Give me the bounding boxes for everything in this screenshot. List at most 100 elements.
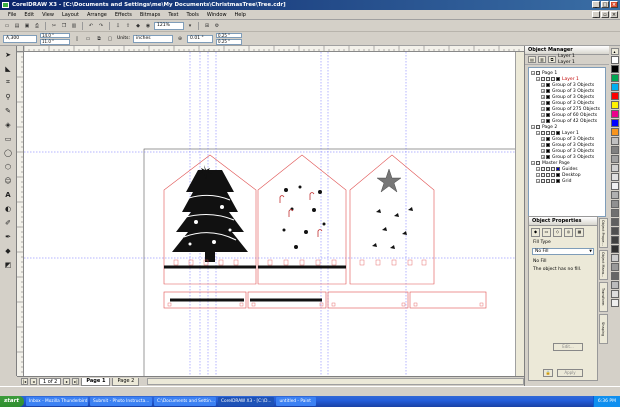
layer-visibility-icons[interactable] — [541, 131, 560, 135]
color-swatch[interactable] — [610, 74, 619, 82]
menu-window[interactable]: Window — [203, 10, 231, 20]
color-swatch[interactable] — [610, 272, 619, 280]
all-pages-icon[interactable]: ⧉ — [95, 35, 103, 43]
zoom-level-field[interactable]: 121% — [154, 22, 184, 30]
side-tab-shaping[interactable]: Shaping — [599, 314, 608, 344]
export-icon[interactable]: ⇧ — [124, 22, 132, 30]
color-swatch[interactable] — [610, 209, 619, 217]
expand-toggle-icon[interactable]: − — [531, 161, 535, 165]
current-page-icon[interactable]: ▢ — [106, 35, 114, 43]
layer-visibility-icons[interactable] — [546, 107, 550, 111]
expand-toggle-icon[interactable]: − — [531, 125, 535, 129]
edit-across-layers-icon[interactable]: ⧉ — [548, 56, 556, 63]
outline-tool-icon[interactable]: ✒ — [3, 231, 14, 242]
open-icon[interactable]: ▤ — [13, 22, 21, 30]
interactive-blend-icon[interactable]: ◐ — [3, 203, 14, 214]
eye-icon[interactable] — [541, 179, 545, 183]
eye-icon[interactable] — [541, 77, 545, 81]
expand-toggle-icon[interactable]: − — [531, 71, 535, 75]
menu-text[interactable]: Text — [164, 10, 182, 20]
eye-icon[interactable] — [546, 143, 550, 147]
menu-bitmaps[interactable]: Bitmaps — [136, 10, 165, 20]
menu-layout[interactable]: Layout — [58, 10, 83, 20]
color-swatch[interactable] — [610, 299, 619, 307]
side-tab-transform[interactable]: Transform — [599, 282, 608, 312]
doc-minimize-button[interactable]: _ — [592, 11, 600, 18]
expand-toggle-icon[interactable]: − — [536, 173, 540, 177]
menu-file[interactable]: File — [4, 10, 20, 20]
task-coreldraw[interactable]: CorelDRAW X3 - [C:\D... — [217, 397, 275, 406]
color-swatch[interactable] — [610, 281, 619, 289]
show-properties-icon[interactable]: ▤ — [528, 56, 536, 63]
color-swatch[interactable] — [610, 218, 619, 226]
expand-toggle-icon[interactable]: + — [541, 149, 545, 153]
color-swatch[interactable] — [610, 191, 619, 199]
expand-toggle-icon[interactable]: + — [541, 113, 545, 117]
apply-button[interactable]: Apply — [557, 369, 583, 377]
color-swatch[interactable] — [610, 200, 619, 208]
page-width-field[interactable]: 14.0 " — [40, 32, 70, 38]
pick-tool-icon[interactable]: ➤ — [3, 49, 14, 60]
doc-restore-button[interactable]: ▫ — [601, 11, 609, 18]
application-launcher-icon[interactable]: ◆ — [134, 22, 142, 30]
eye-icon[interactable] — [546, 101, 550, 105]
object-tree[interactable]: − Page 1− Layer 1 + Group of 3 Objects + Group… — [528, 67, 606, 217]
doc-close-button[interactable]: × — [610, 11, 618, 18]
horizontal-scrollbar[interactable] — [147, 378, 524, 385]
color-swatch[interactable] — [610, 182, 619, 190]
copy-icon[interactable]: ❐ — [60, 22, 68, 30]
color-swatch[interactable] — [610, 173, 619, 181]
color-swatch[interactable] — [610, 65, 619, 73]
summary-tab-icon[interactable]: ▦ — [575, 228, 584, 237]
page-size-select[interactable]: A,300 — [3, 34, 37, 43]
base-strips[interactable] — [163, 291, 487, 309]
interactive-fill-icon[interactable]: ◩ — [3, 259, 14, 270]
color-swatch[interactable] — [610, 263, 619, 271]
layer-color-icon[interactable] — [556, 131, 560, 135]
color-swatch[interactable] — [610, 245, 619, 253]
drawing-canvas[interactable] — [24, 52, 524, 376]
ellipse-tool-icon[interactable]: ◯ — [3, 147, 14, 158]
eye-icon[interactable] — [541, 167, 545, 171]
polygon-tool-icon[interactable]: ⬡ — [3, 161, 14, 172]
start-button[interactable]: start — [0, 396, 24, 407]
side-tab-object-manager[interactable]: Object Mana... — [599, 250, 608, 280]
eye-icon[interactable] — [546, 113, 550, 117]
eye-icon[interactable] — [546, 89, 550, 93]
lock-icon[interactable]: 🔒 — [543, 369, 553, 377]
close-button[interactable]: × — [610, 1, 618, 8]
expand-toggle-icon[interactable]: + — [541, 155, 545, 159]
page-tab-2[interactable]: Page 2 — [112, 377, 140, 386]
layer-visibility-icons[interactable] — [546, 149, 550, 153]
duplicate-x-field[interactable]: 0.25 " — [216, 32, 243, 38]
eyedropper-tool-icon[interactable]: ✐ — [3, 217, 14, 228]
color-swatch[interactable] — [610, 137, 619, 145]
fill-tool-icon[interactable]: ◆ — [3, 245, 14, 256]
layer-manager-icon[interactable]: ▥ — [538, 56, 546, 63]
layer-visibility-icons[interactable] — [546, 89, 550, 93]
color-swatch[interactable] — [610, 101, 619, 109]
portrait-icon[interactable]: ▯ — [73, 35, 81, 43]
layer-visibility-icons[interactable] — [546, 155, 550, 159]
color-swatch[interactable] — [610, 227, 619, 235]
duplicate-y-field[interactable]: 0.25 " — [216, 39, 243, 45]
side-tab-object-properties[interactable]: Object Prope... — [599, 218, 608, 248]
zoom-tool-icon[interactable]: ⚲ — [3, 91, 14, 102]
color-swatch[interactable] — [610, 236, 619, 244]
eye-icon[interactable] — [546, 107, 550, 111]
layer-visibility-icons[interactable] — [546, 83, 550, 87]
menu-edit[interactable]: Edit — [20, 10, 38, 20]
color-swatch[interactable] — [610, 164, 619, 172]
pencil-icon[interactable] — [551, 173, 555, 177]
color-swatch[interactable] — [610, 83, 619, 91]
layer-color-icon[interactable] — [556, 167, 560, 171]
expand-toggle-icon[interactable]: + — [541, 101, 545, 105]
eye-icon[interactable] — [541, 131, 545, 135]
shape-tool-icon[interactable]: ◣ — [3, 63, 14, 74]
printer-icon[interactable] — [546, 131, 550, 135]
color-swatch[interactable] — [610, 119, 619, 127]
color-swatch[interactable] — [610, 290, 619, 298]
new-icon[interactable]: ▭ — [3, 22, 11, 30]
expand-toggle-icon[interactable]: + — [541, 119, 545, 123]
color-swatch[interactable] — [610, 92, 619, 100]
